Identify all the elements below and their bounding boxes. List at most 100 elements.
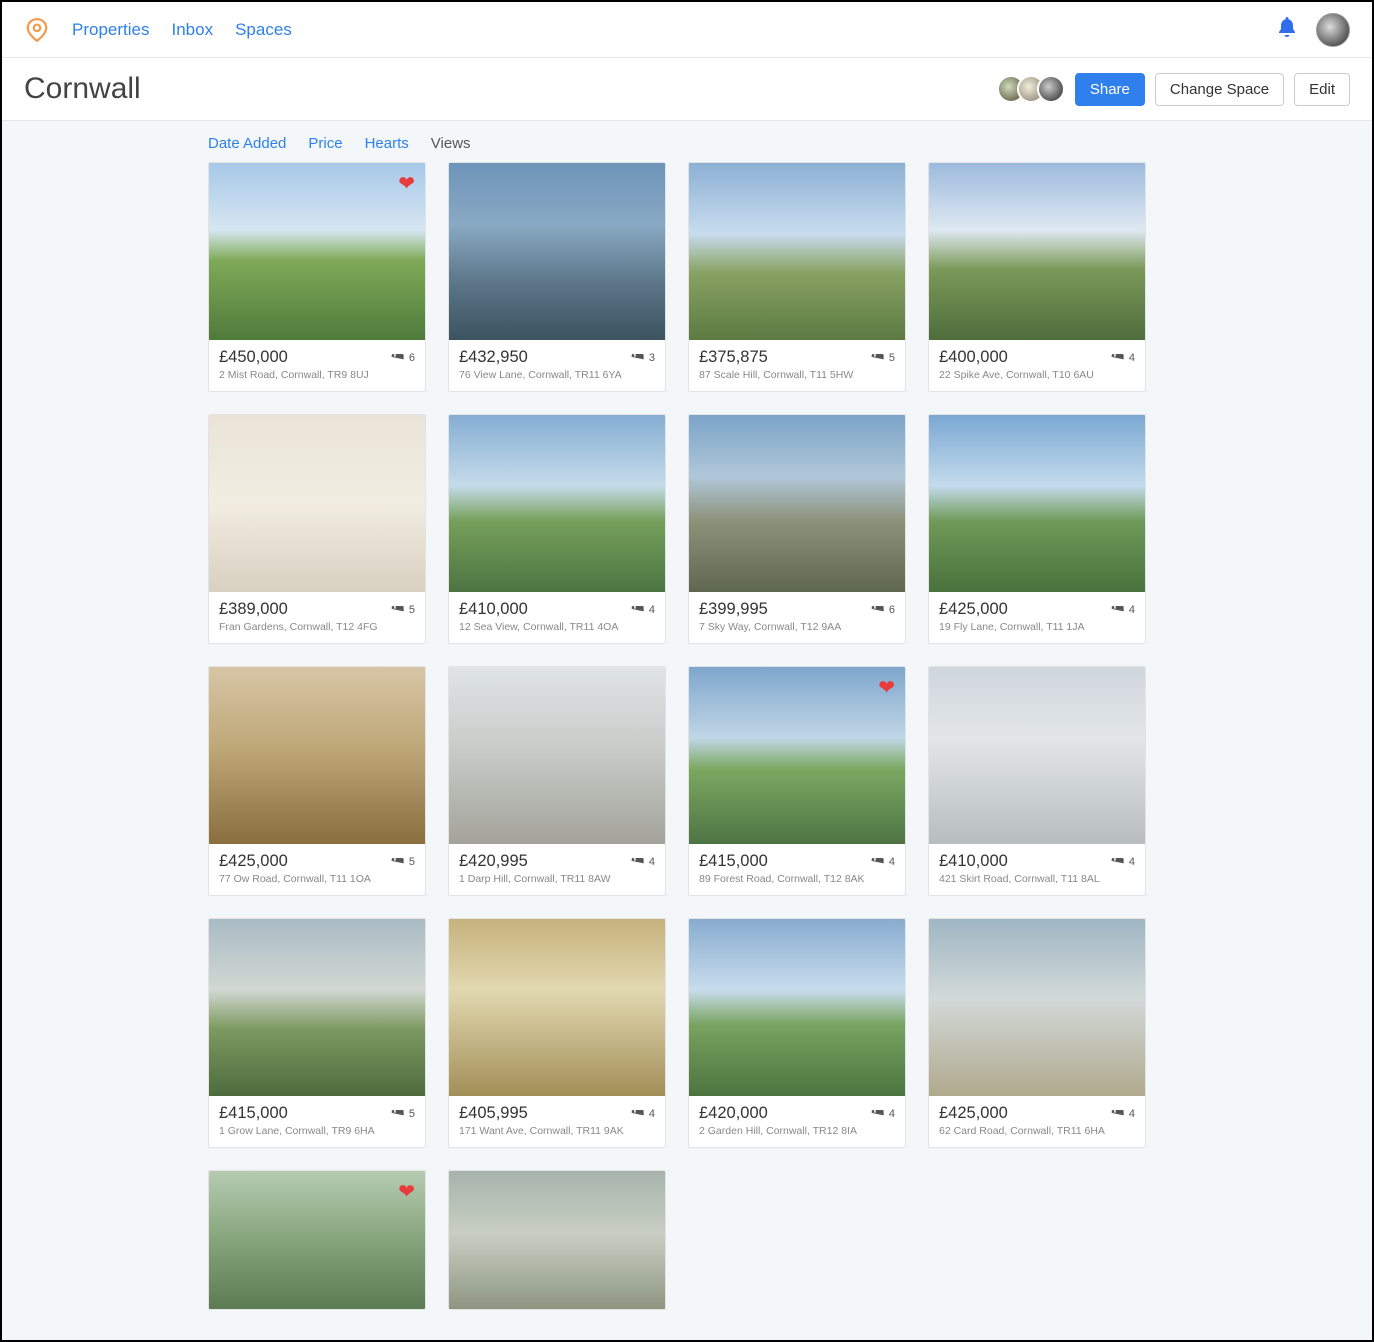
logo-icon[interactable] (24, 17, 50, 43)
property-price: £425,000 (219, 852, 288, 871)
bed-icon (869, 603, 885, 616)
property-address: 7 Sky Way, Cornwall, T12 9AA (699, 621, 895, 633)
bed-icon (1109, 351, 1125, 364)
property-address: 12 Sea View, Cornwall, TR11 4OA (459, 621, 655, 633)
avatar (1037, 75, 1065, 103)
property-address: 62 Card Road, Cornwall, TR11 6HA (939, 1125, 1135, 1137)
property-price: £432,950 (459, 348, 528, 367)
bed-icon (629, 855, 645, 868)
property-address: 1 Grow Lane, Cornwall, TR9 6HA (219, 1125, 415, 1137)
share-button[interactable]: Share (1075, 73, 1145, 106)
property-price: £400,000 (939, 348, 1008, 367)
bed-count: 4 (1129, 604, 1135, 616)
property-card-body: £420,00042 Garden Hill, Cornwall, TR12 8… (689, 1096, 905, 1147)
bed-icon (389, 603, 405, 616)
edit-button[interactable]: Edit (1294, 73, 1350, 106)
bed-icon (869, 855, 885, 868)
property-price: £389,000 (219, 600, 288, 619)
property-address: 171 Want Ave, Cornwall, TR11 9AK (459, 1125, 655, 1137)
bed-count: 5 (409, 856, 415, 868)
property-image (689, 919, 905, 1096)
heart-icon[interactable]: ❤ (878, 675, 895, 700)
property-card[interactable] (448, 1170, 666, 1310)
header-bar: Cornwall Share Change Space Edit (2, 58, 1372, 121)
property-card-body: £415,00051 Grow Lane, Cornwall, TR9 6HA (209, 1096, 425, 1147)
bed-count: 4 (1129, 1108, 1135, 1120)
nav-right (1278, 13, 1350, 47)
property-image (449, 919, 665, 1096)
property-card[interactable]: £425,000419 Fly Lane, Cornwall, T11 1JA (928, 414, 1146, 644)
heart-icon[interactable]: ❤ (398, 1179, 415, 1204)
heart-icon[interactable]: ❤ (398, 171, 415, 196)
property-image (929, 919, 1145, 1096)
property-beds: 3 (629, 351, 655, 364)
property-card[interactable]: ❤ £450,00062 Mist Road, Cornwall, TR9 8UJ (208, 162, 426, 392)
page-title: Cornwall (24, 72, 141, 106)
bed-icon (389, 351, 405, 364)
property-card-body: £425,000462 Card Road, Cornwall, TR11 6H… (929, 1096, 1145, 1147)
property-card[interactable]: £400,000422 Spike Ave, Cornwall, T10 6AU (928, 162, 1146, 392)
nav-link-properties[interactable]: Properties (72, 20, 149, 40)
collaborator-avatars[interactable] (1005, 75, 1065, 103)
property-card-body: £389,0005Fran Gardens, Cornwall, T12 4FG (209, 592, 425, 643)
property-card[interactable]: ❤£415,000489 Forest Road, Cornwall, T12 … (688, 666, 906, 896)
bed-count: 3 (649, 352, 655, 364)
property-image: ❤ (689, 667, 905, 844)
property-card[interactable]: £410,000412 Sea View, Cornwall, TR11 4OA (448, 414, 666, 644)
property-card-body: £410,000412 Sea View, Cornwall, TR11 4OA (449, 592, 665, 643)
sort-date-added[interactable]: Date Added (208, 135, 286, 152)
property-beds: 5 (389, 1107, 415, 1120)
sort-bar: Date Added Price Hearts Views (2, 121, 1372, 162)
property-image (209, 919, 425, 1096)
property-image (449, 163, 665, 340)
bed-icon (1109, 855, 1125, 868)
property-beds: 4 (629, 603, 655, 616)
property-image: ❤ (209, 1171, 425, 1310)
nav-link-spaces[interactable]: Spaces (235, 20, 292, 40)
property-image (929, 667, 1145, 844)
property-address: 76 View Lane, Cornwall, TR11 6YA (459, 369, 655, 381)
property-card[interactable]: £420,00042 Garden Hill, Cornwall, TR12 8… (688, 918, 906, 1148)
sort-hearts[interactable]: Hearts (365, 135, 409, 152)
property-card-body: £420,99541 Darp Hill, Cornwall, TR11 8AW (449, 844, 665, 895)
property-address: 2 Garden Hill, Cornwall, TR12 8IA (699, 1125, 895, 1137)
sort-views[interactable]: Views (431, 135, 471, 152)
bell-icon[interactable] (1278, 17, 1296, 43)
bed-count: 5 (409, 1108, 415, 1120)
bed-count: 4 (649, 856, 655, 868)
property-card-body: £450,00062 Mist Road, Cornwall, TR9 8UJ (209, 340, 425, 391)
property-card[interactable]: £375,875587 Scale Hill, Cornwall, T11 5H… (688, 162, 906, 392)
property-card[interactable]: £399,99567 Sky Way, Cornwall, T12 9AA (688, 414, 906, 644)
sort-price[interactable]: Price (308, 135, 342, 152)
property-card[interactable]: £389,0005Fran Gardens, Cornwall, T12 4FG (208, 414, 426, 644)
property-card[interactable]: ❤ (208, 1170, 426, 1310)
bed-count: 4 (649, 604, 655, 616)
property-card-body: £375,875587 Scale Hill, Cornwall, T11 5H… (689, 340, 905, 391)
property-card[interactable]: £420,99541 Darp Hill, Cornwall, TR11 8AW (448, 666, 666, 896)
bed-count: 5 (409, 604, 415, 616)
property-card[interactable]: £432,950 3 76 View Lane, Cornwall, TR11 6Y… (448, 162, 666, 392)
property-address: 421 Skirt Road, Cornwall, T11 8AL (939, 873, 1135, 885)
bed-count: 4 (649, 1108, 655, 1120)
property-beds: 4 (869, 855, 895, 868)
property-card-body: £432,950 3 76 View Lane, Cornwall, TR11 6Y… (449, 340, 665, 391)
bed-count: 6 (409, 352, 415, 364)
property-card[interactable]: £425,000462 Card Road, Cornwall, TR11 6H… (928, 918, 1146, 1148)
property-price: £410,000 (939, 852, 1008, 871)
property-address: 1 Darp Hill, Cornwall, TR11 8AW (459, 873, 655, 885)
property-image (449, 415, 665, 592)
bed-icon (629, 351, 645, 364)
bed-count: 6 (889, 604, 895, 616)
nav-link-inbox[interactable]: Inbox (171, 20, 213, 40)
property-image (209, 415, 425, 592)
user-avatar[interactable] (1316, 13, 1350, 47)
property-card[interactable]: £410,0004421 Skirt Road, Cornwall, T11 8… (928, 666, 1146, 896)
header-actions: Share Change Space Edit (1005, 73, 1350, 106)
change-space-button[interactable]: Change Space (1155, 73, 1284, 106)
property-card[interactable]: £405,9954171 Want Ave, Cornwall, TR11 9A… (448, 918, 666, 1148)
bed-icon (629, 1107, 645, 1120)
property-image (929, 415, 1145, 592)
property-card[interactable]: £425,000577 Ow Road, Cornwall, T11 1OA (208, 666, 426, 896)
property-card-body: £410,0004421 Skirt Road, Cornwall, T11 8… (929, 844, 1145, 895)
property-card[interactable]: £415,00051 Grow Lane, Cornwall, TR9 6HA (208, 918, 426, 1148)
